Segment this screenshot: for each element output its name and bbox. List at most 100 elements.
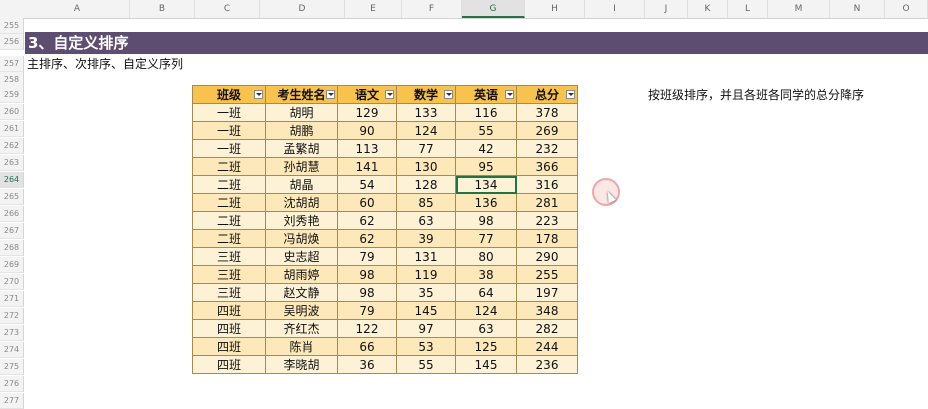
table-cell[interactable]: 三班: [192, 283, 266, 302]
row-header-259[interactable]: 259: [0, 87, 24, 103]
table-cell[interactable]: 141: [337, 157, 397, 176]
column-header-o[interactable]: O: [885, 0, 928, 18]
row-header-273[interactable]: 273: [0, 325, 24, 341]
table-cell[interactable]: 冯胡焕: [265, 229, 338, 248]
row-header-267[interactable]: 267: [0, 223, 24, 239]
table-cell[interactable]: 131: [396, 247, 456, 266]
table-cell[interactable]: 178: [516, 229, 578, 248]
table-cell[interactable]: 李晓胡: [265, 355, 338, 374]
table-cell[interactable]: 269: [516, 121, 578, 140]
table-cell[interactable]: 282: [516, 319, 578, 338]
table-cell[interactable]: 四班: [192, 337, 266, 356]
table-cell[interactable]: 66: [337, 337, 397, 356]
column-header-b[interactable]: B: [130, 0, 195, 18]
table-cell[interactable]: 85: [396, 193, 456, 212]
table-cell[interactable]: 130: [396, 157, 456, 176]
column-header-cell[interactable]: 英语: [455, 85, 517, 104]
column-header-cell[interactable]: 数学: [396, 85, 456, 104]
row-header-272[interactable]: 272: [0, 308, 24, 324]
table-cell[interactable]: 沈胡胡: [265, 193, 338, 212]
row-header-276[interactable]: 276: [0, 376, 24, 392]
row-header-269[interactable]: 269: [0, 257, 24, 273]
table-cell[interactable]: 77: [396, 139, 456, 158]
column-header-k[interactable]: K: [688, 0, 728, 18]
column-header-j[interactable]: J: [645, 0, 688, 18]
table-cell[interactable]: 四班: [192, 355, 266, 374]
row-header-270[interactable]: 270: [0, 274, 24, 290]
table-cell[interactable]: 122: [337, 319, 397, 338]
column-header-cell[interactable]: 语文: [337, 85, 397, 104]
table-cell[interactable]: 孙胡慧: [265, 157, 338, 176]
table-cell[interactable]: 35: [396, 283, 456, 302]
filter-dropdown-icon[interactable]: [505, 90, 514, 99]
column-header-cell[interactable]: 班级: [192, 85, 266, 104]
column-header-l[interactable]: L: [728, 0, 768, 18]
table-cell[interactable]: 63: [455, 319, 517, 338]
table-cell[interactable]: 80: [455, 247, 517, 266]
filter-dropdown-icon[interactable]: [385, 90, 394, 99]
table-cell[interactable]: 79: [337, 301, 397, 320]
table-cell[interactable]: 348: [516, 301, 578, 320]
table-cell[interactable]: 63: [396, 211, 456, 230]
table-cell[interactable]: 145: [455, 355, 517, 374]
table-cell[interactable]: 胡鹏: [265, 121, 338, 140]
row-header-256[interactable]: 256: [0, 34, 24, 50]
row-header-268[interactable]: 268: [0, 240, 24, 256]
filter-dropdown-icon[interactable]: [254, 90, 263, 99]
table-cell[interactable]: 二班: [192, 211, 266, 230]
table-cell[interactable]: 113: [337, 139, 397, 158]
row-header-258[interactable]: 258: [0, 72, 24, 88]
table-cell[interactable]: 133: [396, 103, 456, 122]
filter-dropdown-icon[interactable]: [444, 90, 453, 99]
table-cell[interactable]: 胡雨婷: [265, 265, 338, 284]
table-cell[interactable]: 陈肖: [265, 337, 338, 356]
table-cell[interactable]: 98: [455, 211, 517, 230]
table-cell[interactable]: 197: [516, 283, 578, 302]
table-cell[interactable]: 38: [455, 265, 517, 284]
table-cell[interactable]: 124: [455, 301, 517, 320]
table-cell[interactable]: 吴明波: [265, 301, 338, 320]
table-cell[interactable]: 125: [455, 337, 517, 356]
table-cell[interactable]: 四班: [192, 319, 266, 338]
column-header-i[interactable]: I: [585, 0, 645, 18]
table-cell[interactable]: 281: [516, 193, 578, 212]
table-cell[interactable]: 129: [337, 103, 397, 122]
column-header-c[interactable]: C: [195, 0, 260, 18]
table-cell[interactable]: 60: [337, 193, 397, 212]
table-cell[interactable]: 64: [455, 283, 517, 302]
column-header-cell[interactable]: 考生姓名: [265, 85, 338, 104]
table-cell[interactable]: 赵文静: [265, 283, 338, 302]
table-cell[interactable]: 290: [516, 247, 578, 266]
table-cell[interactable]: 齐红杰: [265, 319, 338, 338]
table-cell[interactable]: 128: [396, 175, 456, 194]
table-cell[interactable]: 136: [455, 193, 517, 212]
table-cell[interactable]: 62: [337, 211, 397, 230]
table-cell[interactable]: 98: [337, 283, 397, 302]
table-cell[interactable]: 55: [396, 355, 456, 374]
row-header-262[interactable]: 262: [0, 138, 24, 154]
column-header-g[interactable]: G: [462, 0, 525, 18]
column-header-cell[interactable]: 总分: [516, 85, 578, 104]
row-header-271[interactable]: 271: [0, 291, 24, 307]
table-cell[interactable]: 二班: [192, 157, 266, 176]
table-cell[interactable]: 62: [337, 229, 397, 248]
row-header-274[interactable]: 274: [0, 342, 24, 358]
column-header-h[interactable]: H: [525, 0, 585, 18]
table-cell[interactable]: 55: [455, 121, 517, 140]
column-header-d[interactable]: D: [260, 0, 345, 18]
table-cell[interactable]: 366: [516, 157, 578, 176]
table-cell[interactable]: 98: [337, 265, 397, 284]
row-header-264[interactable]: 264: [0, 172, 24, 188]
note-cell[interactable]: 按班级排序，并且各班各同学的总分降序: [648, 87, 864, 103]
filter-dropdown-icon[interactable]: [566, 90, 575, 99]
filter-dropdown-icon[interactable]: [326, 90, 335, 99]
subtitle-cell[interactable]: 主排序、次排序、自定义序列: [27, 56, 183, 72]
table-cell[interactable]: 119: [396, 265, 456, 284]
table-cell[interactable]: 二班: [192, 193, 266, 212]
table-cell[interactable]: 124: [396, 121, 456, 140]
row-header-277[interactable]: 277: [0, 393, 24, 409]
table-cell[interactable]: 79: [337, 247, 397, 266]
column-header-f[interactable]: F: [402, 0, 462, 18]
table-cell[interactable]: 胡晶: [265, 175, 338, 194]
table-cell[interactable]: 二班: [192, 175, 266, 194]
